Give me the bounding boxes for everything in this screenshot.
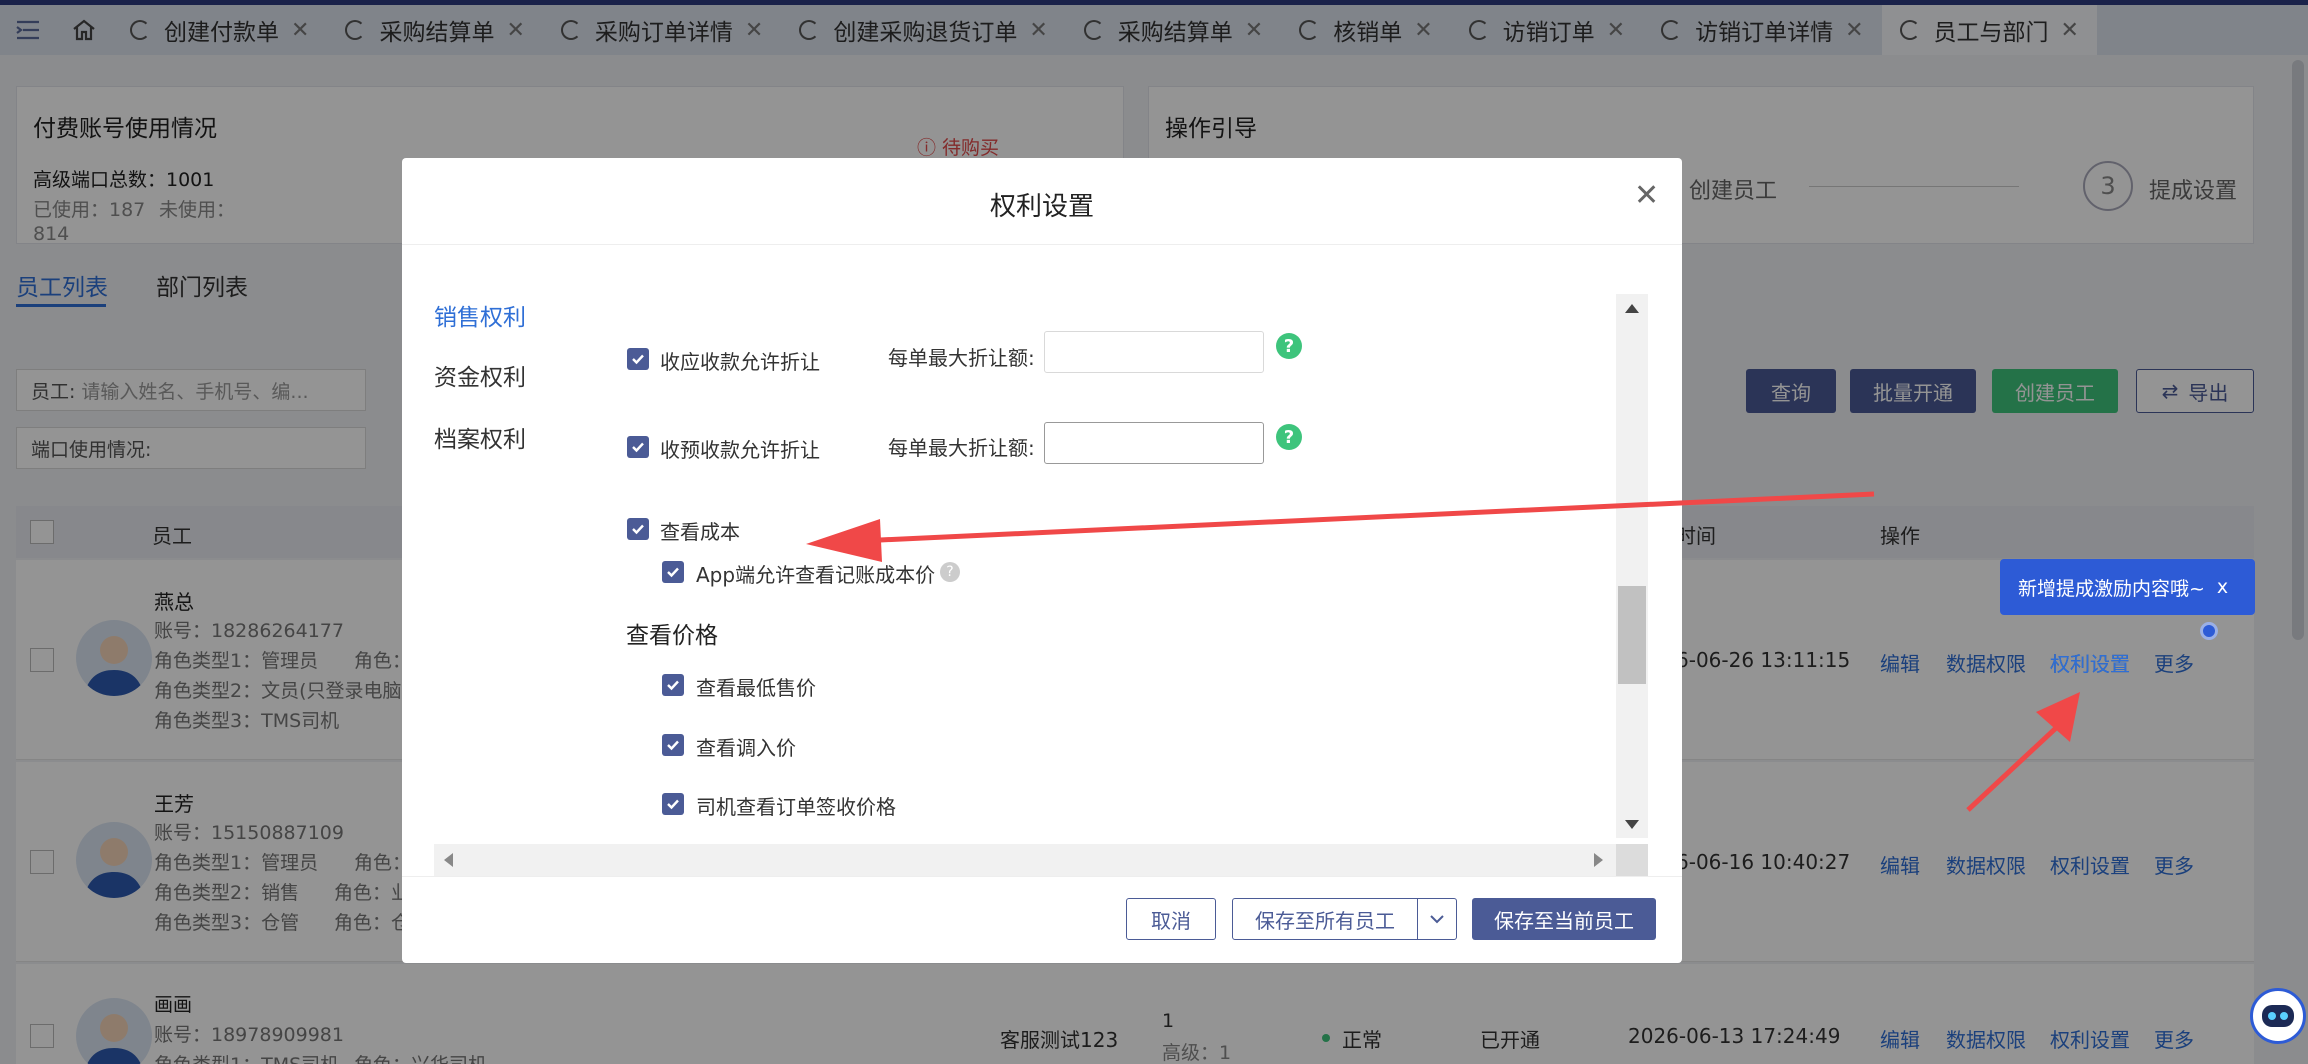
arrow-to-rights-link-shaft: [1966, 726, 2058, 812]
arrow-to-rights-link-head: [2036, 692, 2080, 742]
arrow-to-view-cost-shaft: [879, 491, 1875, 543]
annotation-arrows: [806, 491, 2080, 812]
arrow-to-view-cost-head: [806, 519, 882, 562]
